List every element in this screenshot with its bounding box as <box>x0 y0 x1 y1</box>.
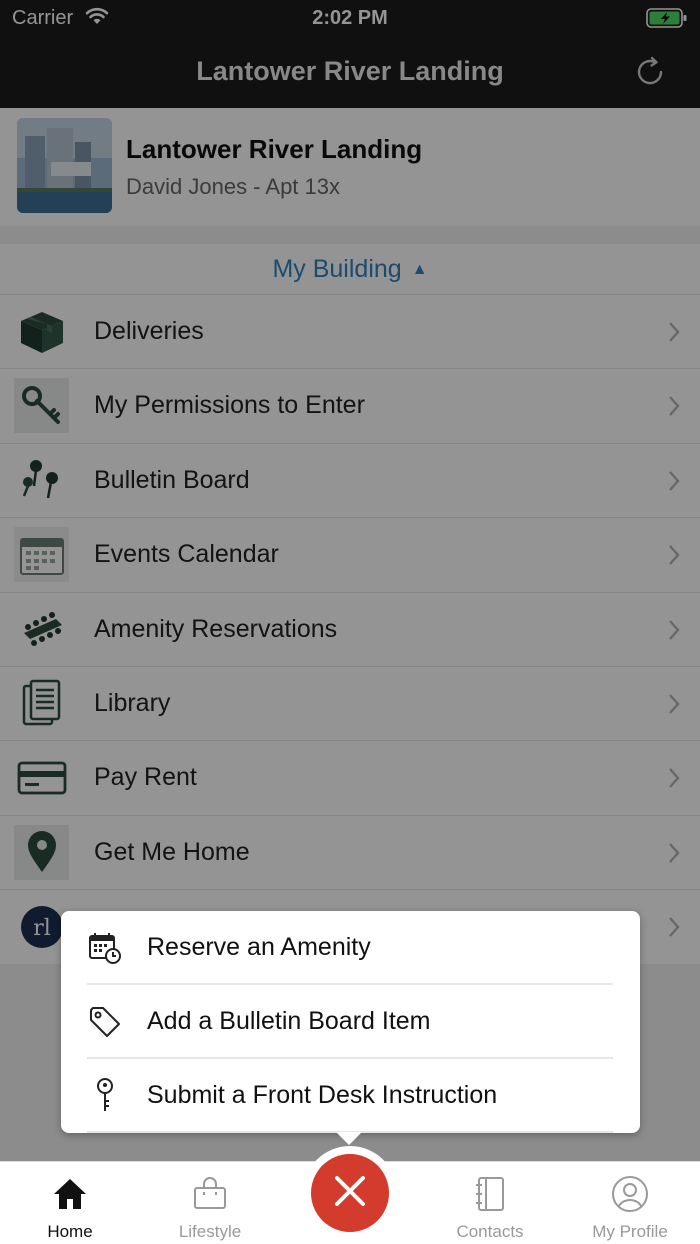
calendar-clock-icon <box>86 929 124 967</box>
notebook-icon <box>470 1174 510 1214</box>
quick-actions-popover: Reserve an Amenity Add a Bulletin Board … <box>61 911 640 1145</box>
user-circle-icon <box>610 1174 650 1214</box>
tab-label: Home <box>47 1222 93 1241</box>
shopping-bag-icon <box>190 1174 230 1214</box>
key-icon <box>86 1077 124 1115</box>
action-add-bulletin-item[interactable]: Add a Bulletin Board Item <box>61 985 640 1059</box>
action-label: Reserve an Amenity <box>147 933 371 961</box>
tab-contacts[interactable]: Contacts <box>420 1162 560 1244</box>
action-label: Submit a Front Desk Instruction <box>147 1081 498 1109</box>
tab-home[interactable]: Home <box>0 1162 140 1244</box>
tab-label: My Profile <box>592 1222 668 1241</box>
popover-arrow <box>336 1132 362 1145</box>
action-front-desk-instruction[interactable]: Submit a Front Desk Instruction <box>61 1059 640 1133</box>
tab-my-profile[interactable]: My Profile <box>560 1162 700 1244</box>
action-label: Add a Bulletin Board Item <box>147 1007 431 1035</box>
tab-lifestyle[interactable]: Lifestyle <box>140 1162 280 1244</box>
tab-label: Contacts <box>456 1222 524 1241</box>
action-reserve-amenity[interactable]: Reserve an Amenity <box>61 911 640 985</box>
home-icon <box>50 1174 90 1214</box>
close-icon <box>333 1174 367 1213</box>
tag-icon <box>86 1003 124 1041</box>
close-actions-button[interactable] <box>311 1154 389 1232</box>
tab-label: Lifestyle <box>178 1222 242 1241</box>
